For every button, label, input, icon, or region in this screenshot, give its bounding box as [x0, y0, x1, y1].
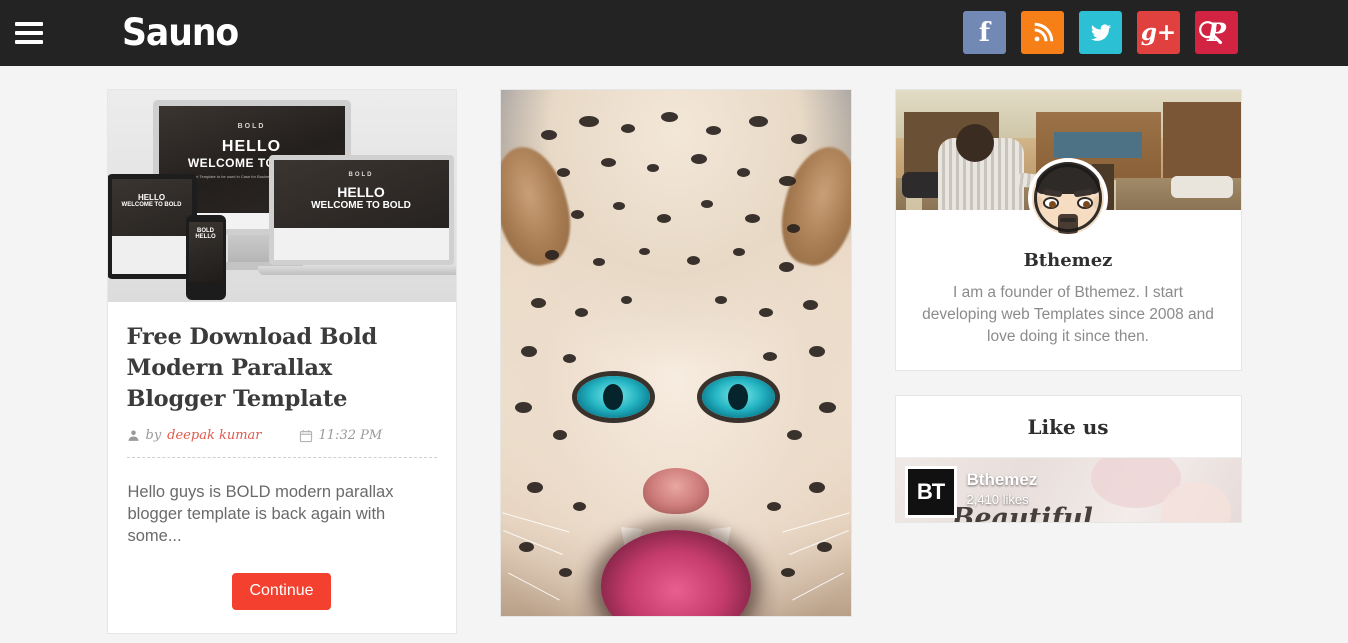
google-plus-icon[interactable]: g+: [1137, 11, 1180, 54]
laptop-brand: BOLD: [349, 172, 374, 178]
hamburger-bar: [15, 40, 43, 44]
tablet-navbar: [112, 236, 192, 274]
post-time-meta: 11:32 PM: [299, 428, 383, 443]
author-widget: Bthemez I am a founder of Bthemez. I sta…: [895, 89, 1242, 371]
menu-toggle-button[interactable]: [12, 16, 46, 50]
tablet-headline: HELLO: [138, 193, 165, 202]
twitter-icon[interactable]: [1079, 11, 1122, 54]
laptop-mockup: BOLD HELLO WELCOME TO BOLD: [269, 155, 454, 265]
like-us-title: Like us: [896, 396, 1241, 458]
search-button[interactable]: [1196, 18, 1226, 48]
leopard-whiskers: [501, 90, 851, 616]
tablet-mockup: HELLO WELCOME TO BOLD: [108, 174, 197, 279]
post-author-meta: by deepak kumar: [127, 428, 262, 443]
like-us-widget: Like us Beautiful BT Bthemez 2,410 likes: [895, 395, 1242, 523]
post-featured-image[interactable]: BOLD HELLO WELCOME TO BOLD The Awesome E…: [108, 90, 456, 302]
facebook-icon[interactable]: f: [963, 11, 1006, 54]
avatar-outline: [1034, 164, 1102, 232]
post-column: BOLD HELLO WELCOME TO BOLD The Awesome E…: [107, 89, 457, 643]
cover-building-right: [1163, 102, 1241, 182]
calendar-icon: [299, 429, 313, 443]
post-action-row: Continue: [127, 547, 437, 633]
user-icon: [127, 429, 140, 442]
leopard-image[interactable]: [500, 89, 852, 617]
tablet-screen: HELLO WELCOME TO BOLD: [112, 179, 192, 274]
page-content: BOLD HELLO WELCOME TO BOLD The Awesome E…: [0, 66, 1348, 643]
author-avatar: [1028, 158, 1108, 238]
sidebar: Bthemez I am a founder of Bthemez. I sta…: [895, 89, 1242, 643]
fb-page-logo: BT: [905, 466, 957, 518]
laptop-subheadline: WELCOME TO BOLD: [311, 200, 411, 211]
laptop-base: [258, 266, 456, 275]
rss-icon[interactable]: [1021, 11, 1064, 54]
author-name: Bthemez: [916, 250, 1221, 271]
laptop-screen: BOLD HELLO WELCOME TO BOLD: [274, 160, 449, 260]
post-title[interactable]: Free Download Bold Modern Parallax Blogg…: [127, 322, 437, 415]
post-time: 11:32 PM: [319, 428, 383, 443]
post-excerpt: Hello guys is BOLD modern parallax blogg…: [127, 458, 437, 547]
facebook-page-box[interactable]: Beautiful BT Bthemez 2,410 likes: [896, 458, 1241, 522]
site-header: Sauno f g+ P: [0, 0, 1348, 66]
mockup-headline: HELLO: [222, 138, 281, 156]
laptop-headline: HELLO: [337, 184, 384, 200]
phone-screen: BOLD HELLO: [189, 222, 223, 282]
rss-glyph: [1032, 22, 1054, 44]
fb-page-likes: 2,410 likes: [967, 492, 1029, 507]
fb-page-name[interactable]: Bthemez: [967, 470, 1038, 490]
search-icon: [1196, 18, 1224, 46]
post-author-name[interactable]: deepak kumar: [167, 428, 261, 443]
hamburger-bar: [15, 31, 43, 35]
mockup-brand: BOLD: [238, 123, 266, 130]
post-by-label: by: [146, 428, 162, 443]
cover-person-head: [956, 124, 994, 162]
cover-car-right: [1171, 176, 1233, 198]
post-card: BOLD HELLO WELCOME TO BOLD The Awesome E…: [107, 89, 457, 634]
tablet-subheadline: WELCOME TO BOLD: [122, 202, 182, 208]
author-bio: I am a founder of Bthemez. I start devel…: [916, 282, 1221, 348]
site-logo[interactable]: Sauno: [122, 10, 238, 56]
post-meta: by deepak kumar 11:32 PM: [127, 415, 437, 458]
phone-headline: HELLO: [195, 234, 215, 240]
facebook-glyph: f: [979, 20, 990, 46]
hamburger-bar: [15, 22, 43, 26]
continue-button[interactable]: Continue: [232, 573, 330, 610]
phone-mockup: BOLD HELLO: [186, 215, 226, 300]
post-body: Free Download Bold Modern Parallax Blogg…: [108, 302, 456, 633]
twitter-glyph: [1089, 22, 1113, 44]
google-plus-glyph: g+: [1141, 19, 1176, 46]
center-column: [500, 89, 852, 643]
laptop-navbar: [274, 228, 449, 260]
